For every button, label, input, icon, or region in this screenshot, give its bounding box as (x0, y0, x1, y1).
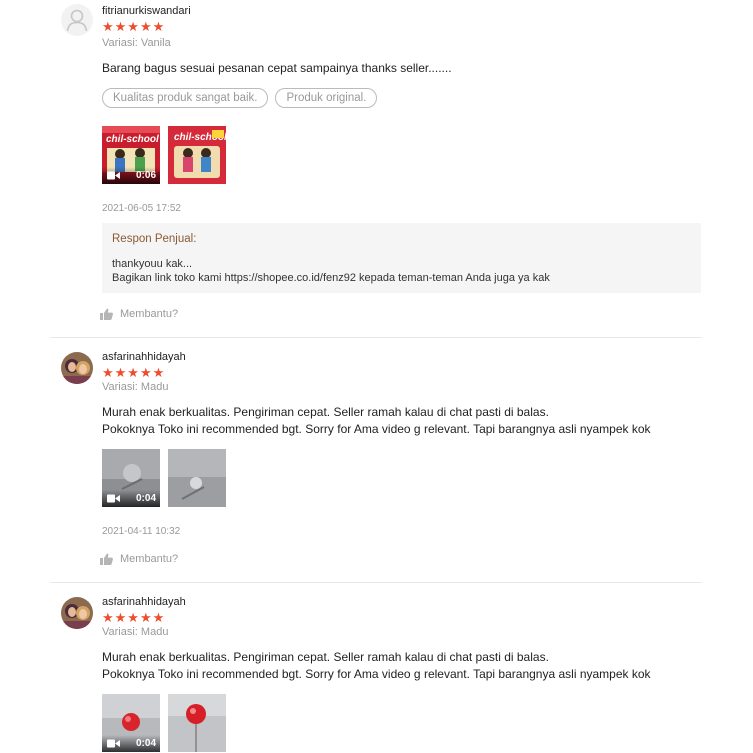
svg-text:chil-school: chil-school (106, 134, 159, 145)
review-photo (168, 449, 226, 507)
review-image-thumbnail[interactable] (168, 449, 226, 507)
review-item: fitrianurkiswandari ★★★★★ Variasi: Vanil… (50, 0, 702, 338)
seller-response-title: Respon Penjual: (112, 233, 197, 245)
user-avatar-photo (61, 352, 93, 384)
review-item: asfarinahhidayah ★★★★★ Variasi: Madu Mur… (50, 337, 702, 583)
review-tags: Kualitas produk sangat baik. Produk orig… (102, 88, 378, 108)
chil-school-package-photo: chil-school (168, 126, 226, 184)
video-camera-icon (107, 494, 120, 503)
seller-response: Respon Penjual: thankyouu kak... Bagikan… (102, 223, 701, 293)
review-video-thumbnail[interactable]: 0:04 (102, 449, 160, 507)
product-variant: Variasi: Vanila (102, 37, 171, 49)
seller-response-body: thankyouu kak... Bagikan link toko kami … (112, 258, 550, 284)
review-timestamp: 2021-06-05 17:52 (102, 203, 181, 214)
review-tag: Produk original. (275, 88, 378, 108)
review-media: 0:04 (102, 694, 226, 752)
review-media: chil-school 0:06 chil-school (102, 126, 226, 184)
thumbs-up-icon (100, 553, 113, 565)
reviewer-username[interactable]: asfarinahhidayah (102, 596, 186, 608)
video-camera-icon (107, 739, 120, 748)
review-text: Barang bagus sesuai pesanan cepat sampai… (102, 60, 452, 77)
review-text-line: Pokoknya Toko ini recommended bgt. Sorry… (102, 667, 651, 681)
review-tag: Kualitas produk sangat baik. (102, 88, 269, 108)
review-item: asfarinahhidayah ★★★★★ Variasi: Madu Mur… (50, 582, 702, 753)
review-text-line: Barang bagus sesuai pesanan cepat sampai… (102, 61, 452, 75)
user-avatar-photo (61, 597, 93, 629)
review-image-thumbnail[interactable]: chil-school (168, 126, 226, 184)
helpful-label: Membantu? (120, 553, 179, 565)
review-text-line: Murah enak berkualitas. Pengiriman cepat… (102, 650, 549, 664)
review-video-thumbnail[interactable]: 0:04 (102, 694, 160, 752)
review-text: Murah enak berkualitas. Pengiriman cepat… (102, 649, 651, 683)
review-text-line: Murah enak berkualitas. Pengiriman cepat… (102, 405, 549, 419)
video-camera-icon (107, 171, 120, 180)
video-duration: 0:06 (135, 170, 156, 181)
star-rating: ★★★★★ (102, 19, 166, 34)
review-video-thumbnail[interactable]: chil-school 0:06 (102, 126, 160, 184)
product-variant: Variasi: Madu (102, 626, 169, 638)
default-user-avatar-icon[interactable] (61, 4, 93, 36)
video-duration: 0:04 (135, 493, 156, 504)
reviewer-username[interactable]: fitrianurkiswandari (102, 5, 191, 17)
review-media: 0:04 (102, 449, 226, 507)
reviewer-username[interactable]: asfarinahhidayah (102, 351, 186, 363)
helpful-button[interactable]: Membantu? (100, 308, 178, 320)
product-variant: Variasi: Madu (102, 381, 169, 393)
star-rating: ★★★★★ (102, 365, 166, 380)
thumbs-up-icon (100, 308, 113, 320)
helpful-label: Membantu? (120, 308, 179, 320)
review-text: Murah enak berkualitas. Pengiriman cepat… (102, 404, 651, 438)
review-image-thumbnail[interactable] (168, 694, 226, 752)
review-timestamp: 2021-04-11 10:32 (102, 526, 181, 537)
user-avatar[interactable] (61, 597, 93, 629)
review-text-line: Pokoknya Toko ini recommended bgt. Sorry… (102, 422, 651, 436)
star-rating: ★★★★★ (102, 610, 166, 625)
review-photo (168, 694, 226, 752)
user-avatar[interactable] (61, 352, 93, 384)
video-duration: 0:04 (135, 738, 156, 749)
helpful-button[interactable]: Membantu? (100, 553, 178, 565)
